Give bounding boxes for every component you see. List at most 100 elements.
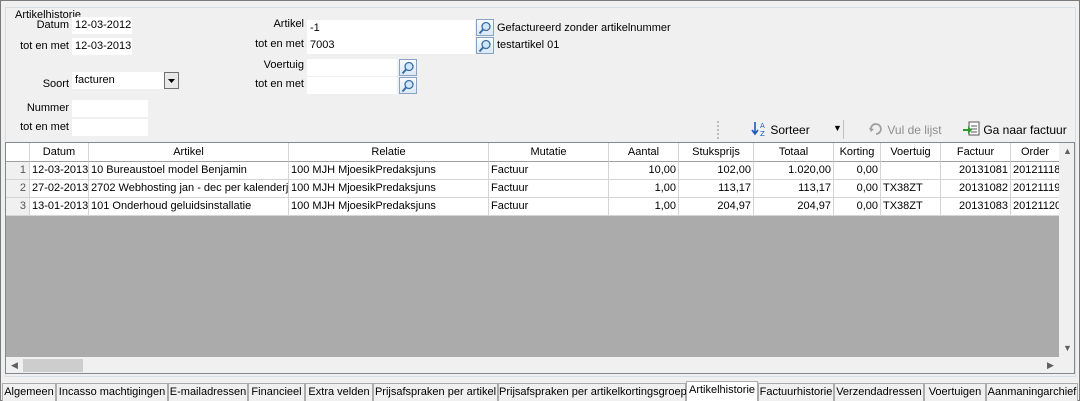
artikel-input[interactable]: -1 [307,20,475,37]
cell-voertuig [881,162,941,180]
toolbar-separator [843,120,844,139]
column-header-voertuig[interactable]: Voertuig [881,143,941,162]
cell-totaal: 113,17 [754,180,834,198]
tab-financieel[interactable]: Financieel [248,383,305,401]
cell-order: 20121120 [1011,198,1060,216]
cell-voertuig: TX38ZT [881,198,941,216]
voertuig-search-button[interactable] [399,59,417,76]
cell-order: 20121118 [1011,162,1060,180]
sorteer-button[interactable]: AZ Sorteer [751,121,810,138]
scroll-left-icon[interactable]: ◀ [6,357,23,373]
soort-select[interactable]: facturen [72,72,164,89]
voertuig-tot-label: tot en met [255,78,304,90]
scroll-down-icon[interactable]: ▼ [1059,340,1074,357]
vertical-scrollbar[interactable]: ▲ ▼ [1059,143,1074,357]
artikel-description: Gefactureerd zonder artikelnummer [497,22,671,34]
cell-korting: 0,00 [834,180,881,198]
tab-prijsafspraken-per-artikelkortingsgroep[interactable]: Prijsafspraken per artikelkortingsgroep [498,383,687,401]
artikel-tot-input[interactable]: 7003 [307,37,475,54]
column-header-korting[interactable]: Korting [834,143,881,162]
artikel-search-button[interactable] [476,19,494,36]
datum-label: Datum [36,19,69,31]
sort-az-icon: AZ [751,122,765,138]
cell-relatie: 100 MJH MjoesikPredaksjuns [289,180,489,198]
tab-algemeen[interactable]: Algemeen [2,383,56,401]
table-row[interactable]: 3 13-01-2013 101 Onderhoud geluidsinstal… [6,198,1060,216]
svg-text:Z: Z [760,130,765,137]
horizontal-scroll-thumb[interactable] [23,359,83,372]
svg-text:A: A [760,122,765,130]
column-header-order[interactable]: Order [1011,143,1060,162]
tab-prijsafspraken-per-artikel[interactable]: Prijsafspraken per artikel [373,383,498,401]
datum-input[interactable]: 12-03-2012 [72,17,132,34]
table-row[interactable]: 2 27-02-2013 2702 Webhosting jan - dec p… [6,180,1060,198]
soort-dropdown-button[interactable] [164,72,179,89]
cell-stuksprijs: 102,00 [679,162,754,180]
row-header-corner [6,143,30,162]
cell-factuur: 20131082 [941,180,1011,198]
row-number: 2 [6,180,30,198]
cell-artikel: 2702 Webhosting jan - dec per kalenderja… [89,180,289,198]
soort-label: Soort [42,78,69,90]
tab-factuurhistorie[interactable]: Factuurhistorie [758,383,834,401]
nummer-tot-input[interactable] [72,119,148,136]
row-number: 3 [6,198,30,216]
cell-stuksprijs: 204,97 [679,198,754,216]
tab-e-mailadressen[interactable]: E-mailadressen [168,383,248,401]
grid-header: Datum Artikel Relatie Mutatie Aantal Stu… [6,143,1074,162]
nummer-input[interactable] [72,100,148,117]
magnifier-icon [478,21,491,35]
cell-aantal: 1,00 [609,198,679,216]
voertuig-tot-input[interactable] [307,77,397,94]
column-header-stuksprijs[interactable]: Stuksprijs [679,143,754,162]
cell-datum: 27-02-2013 [30,180,89,198]
toolbar-grip[interactable] [717,120,719,139]
ga-naar-factuur-button[interactable]: Ga naar factuur [963,121,1067,138]
artikelhistorie-grid[interactable]: Datum Artikel Relatie Mutatie Aantal Stu… [5,142,1075,374]
column-header-artikel[interactable]: Artikel [89,143,289,162]
cell-korting: 0,00 [834,198,881,216]
row-number: 1 [6,162,30,180]
tab-incasso-machtigingen[interactable]: Incasso machtigingen [56,383,168,401]
grid-toolbar: AZ Sorteer ▼ Vul de lijst Ga naar factuu… [713,117,1075,142]
voertuig-input[interactable] [307,59,397,76]
column-header-factuur[interactable]: Factuur [941,143,1011,162]
datum-tot-input[interactable]: 12-03-2013 [72,38,132,55]
sorteer-dropdown[interactable]: ▼ [833,123,842,140]
column-header-aantal[interactable]: Aantal [609,143,679,162]
artikel-tot-search-button[interactable] [476,37,494,54]
vul-de-lijst-button[interactable]: Vul de lijst [868,121,942,138]
vul-de-lijst-label: Vul de lijst [887,123,942,137]
cell-order: 20121119 [1011,180,1060,198]
tab-verzendadressen[interactable]: Verzendadressen [834,383,924,401]
cell-voertuig: TX38ZT [881,180,941,198]
column-header-mutatie[interactable]: Mutatie [489,143,609,162]
scroll-right-icon[interactable]: ▶ [1042,357,1059,373]
artikel-tot-label: tot en met [255,38,304,50]
datum-tot-label: tot en met [20,40,69,52]
cell-mutatie: Factuur [489,198,609,216]
tab-extra-velden[interactable]: Extra velden [305,383,373,401]
cell-artikel: 101 Onderhoud geluidsinstallatie [89,198,289,216]
scroll-up-icon[interactable]: ▲ [1059,143,1074,160]
cell-totaal: 204,97 [754,198,834,216]
cell-aantal: 10,00 [609,162,679,180]
nummer-label: Nummer [26,102,69,114]
cell-mutatie: Factuur [489,162,609,180]
tab-strip: Algemeen Incasso machtigingen E-mailadre… [0,381,1080,401]
column-header-datum[interactable]: Datum [30,143,89,162]
horizontal-scrollbar[interactable]: ◀ ▶ [6,357,1059,373]
voertuig-tot-search-button[interactable] [399,77,417,94]
ga-naar-factuur-label: Ga naar factuur [983,123,1067,137]
table-row[interactable]: 1 12-03-2013 10 Bureaustoel model Benjam… [6,162,1060,180]
cell-relatie: 100 MJH MjoesikPredaksjuns [289,198,489,216]
column-header-totaal[interactable]: Totaal [754,143,834,162]
column-header-relatie[interactable]: Relatie [289,143,489,162]
magnifier-icon [401,79,414,93]
sorteer-label: Sorteer [770,123,810,137]
tab-artikelhistorie[interactable]: Artikelhistorie [686,381,758,401]
magnifier-icon [401,61,414,75]
scrollbar-corner [1059,357,1074,373]
tab-voertuigen[interactable]: Voertuigen [924,383,986,401]
tab-aanmaningarchief[interactable]: Aanmaningarchief [986,383,1078,401]
